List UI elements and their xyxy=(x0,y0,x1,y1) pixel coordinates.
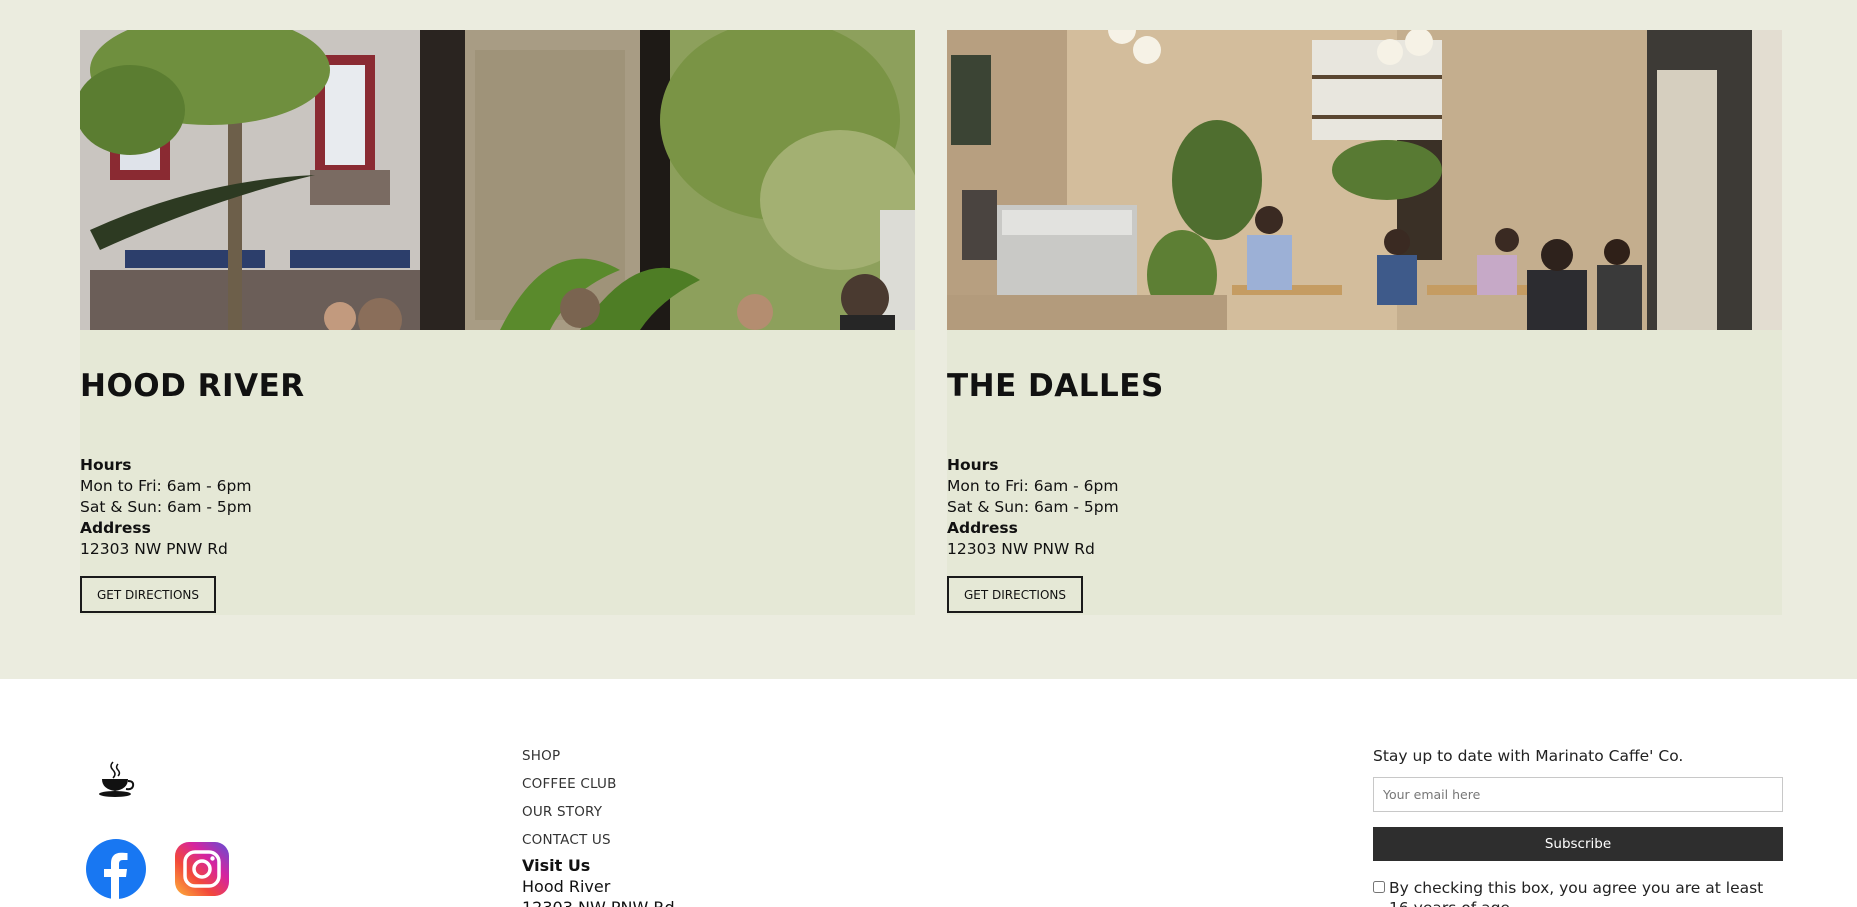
location-info: Hours Mon to Fri: 6am - 6pm Sat & Sun: 6… xyxy=(80,455,252,560)
subscribe-button[interactable]: Subscribe xyxy=(1373,827,1783,861)
footer-link-shop[interactable]: SHOP xyxy=(522,746,617,774)
site-footer: SHOP COFFEE CLUB OUR STORY CONTACT US Vi… xyxy=(0,679,1857,907)
hours-weekend: Sat & Sun: 6am - 5pm xyxy=(80,498,252,516)
age-consent: By checking this box, you agree you are … xyxy=(1373,878,1783,907)
get-directions-button[interactable]: GET DIRECTIONS xyxy=(947,576,1083,613)
coffee-cup-icon[interactable] xyxy=(96,759,136,799)
newsletter-form: Stay up to date with Marinato Caffe' Co.… xyxy=(1373,746,1783,907)
location-card-the-dalles: THE DALLES Hours Mon to Fri: 6am - 6pm S… xyxy=(947,30,1782,615)
footer-nav: SHOP COFFEE CLUB OUR STORY CONTACT US xyxy=(522,746,617,858)
location-title: HOOD RIVER xyxy=(80,368,305,404)
location-title: THE DALLES xyxy=(947,368,1164,404)
visit-us-address: 12303 NW PNW Rd xyxy=(522,897,675,907)
get-directions-button[interactable]: GET DIRECTIONS xyxy=(80,576,216,613)
footer-link-our-story[interactable]: OUR STORY xyxy=(522,802,617,830)
visit-us-location: Hood River xyxy=(522,877,611,896)
footer-link-coffee-club[interactable]: COFFEE CLUB xyxy=(522,774,617,802)
address-label: Address xyxy=(947,519,1018,537)
address-value: 12303 NW PNW Rd xyxy=(947,540,1095,558)
age-consent-checkbox[interactable] xyxy=(1373,881,1385,893)
address-label: Address xyxy=(80,519,151,537)
visit-us-block: Visit Us Hood River 12303 NW PNW Rd xyxy=(522,855,675,907)
visit-us-label: Visit Us xyxy=(522,856,591,875)
hood-river-cafe-photo xyxy=(80,30,915,330)
hours-weekend: Sat & Sun: 6am - 5pm xyxy=(947,498,1119,516)
facebook-icon[interactable] xyxy=(86,839,146,899)
age-consent-text: By checking this box, you agree you are … xyxy=(1389,879,1764,907)
location-card-hood-river: HOOD RIVER Hours Mon to Fri: 6am - 6pm S… xyxy=(80,30,915,615)
hours-label: Hours xyxy=(80,456,132,474)
address-value: 12303 NW PNW Rd xyxy=(80,540,228,558)
email-input[interactable] xyxy=(1373,777,1783,812)
newsletter-text: Stay up to date with Marinato Caffe' Co. xyxy=(1373,747,1684,765)
hours-weekdays: Mon to Fri: 6am - 6pm xyxy=(947,477,1119,495)
footer-link-contact-us[interactable]: CONTACT US xyxy=(522,830,617,858)
instagram-icon[interactable] xyxy=(175,842,229,896)
hours-weekdays: Mon to Fri: 6am - 6pm xyxy=(80,477,252,495)
hours-label: Hours xyxy=(947,456,999,474)
locations-section: HOOD RIVER Hours Mon to Fri: 6am - 6pm S… xyxy=(0,0,1857,679)
the-dalles-cafe-photo xyxy=(947,30,1782,330)
location-info: Hours Mon to Fri: 6am - 6pm Sat & Sun: 6… xyxy=(947,455,1119,560)
